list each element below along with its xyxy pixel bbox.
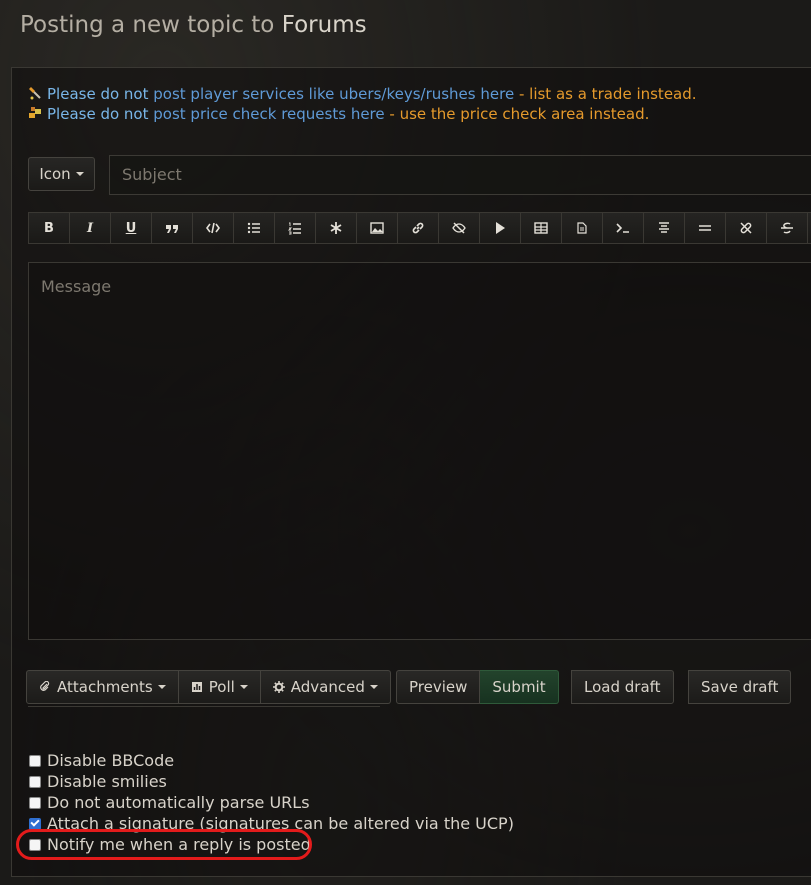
spoiler-button[interactable] xyxy=(439,213,480,243)
highlight-annotation xyxy=(16,829,312,860)
list-icon xyxy=(247,222,260,234)
notice-link[interactable]: post price check requests here xyxy=(153,105,384,123)
save-draft-button[interactable]: Save draft xyxy=(688,670,792,704)
submit-group: Preview Submit xyxy=(396,670,559,704)
strikethrough-button[interactable] xyxy=(767,213,808,243)
notice-player-services: Please do not post player services like … xyxy=(28,85,697,103)
video-button[interactable] xyxy=(480,213,521,243)
option-disable-smilies[interactable]: Disable smilies xyxy=(29,772,167,791)
underline-icon: U xyxy=(125,220,137,236)
table-button[interactable] xyxy=(521,213,562,243)
align-center-icon xyxy=(659,222,669,233)
bold-button[interactable]: B xyxy=(29,213,70,243)
parse-urls-label: Do not automatically parse URLs xyxy=(47,793,310,812)
option-parse-urls[interactable]: Do not automatically parse URLs xyxy=(29,793,310,812)
coins-icon xyxy=(28,106,42,120)
numbered-list-icon xyxy=(288,222,301,235)
notice-suffix: - use the price check area instead. xyxy=(389,105,650,123)
save-draft-group: Save draft xyxy=(688,670,792,704)
page-title: Posting a new topic to Forums xyxy=(20,12,367,38)
table-icon xyxy=(534,222,548,234)
subject-input[interactable]: Subject xyxy=(109,155,811,195)
attachments-button[interactable]: Attachments xyxy=(26,670,179,704)
image-button[interactable] xyxy=(357,213,398,243)
terminal-button[interactable] xyxy=(603,213,644,243)
notice-suffix: - list as a trade instead. xyxy=(518,85,697,103)
underline-button[interactable]: U xyxy=(111,213,152,243)
attach-signature-checkbox[interactable] xyxy=(29,817,41,830)
image-icon xyxy=(370,222,384,234)
preview-button[interactable]: Preview xyxy=(396,670,481,704)
disable-bbcode-label: Disable BBCode xyxy=(47,751,175,770)
icon-dropdown-label: Icon xyxy=(39,165,71,183)
italic-button[interactable]: I xyxy=(70,213,111,243)
advanced-button[interactable]: Advanced xyxy=(260,670,391,704)
poll-label: Poll xyxy=(208,678,235,696)
caret-down-icon xyxy=(157,685,166,689)
divider xyxy=(28,706,380,707)
caret-down-icon xyxy=(239,685,248,689)
center-button[interactable] xyxy=(644,213,685,243)
page-title-prefix: Posting a new topic to xyxy=(20,12,275,38)
play-icon xyxy=(496,222,505,234)
list-item-button[interactable] xyxy=(316,213,357,243)
option-disable-bbcode[interactable]: Disable BBCode xyxy=(29,751,174,770)
notice-price-check: Please do not post price check requests … xyxy=(28,105,649,123)
disable-bbcode-checkbox[interactable] xyxy=(29,754,41,767)
quote-button[interactable] xyxy=(152,213,193,243)
load-draft-button[interactable]: Load draft xyxy=(571,670,674,704)
link-icon xyxy=(412,222,424,234)
hr-button[interactable] xyxy=(685,213,726,243)
bullet-list-button[interactable] xyxy=(234,213,275,243)
disable-smilies-label: Disable smilies xyxy=(47,772,167,791)
asterisk-icon xyxy=(330,222,342,234)
terminal-icon xyxy=(616,223,629,233)
horizontal-rule-icon xyxy=(699,225,711,231)
parse-urls-checkbox[interactable] xyxy=(29,796,41,809)
unlink-icon xyxy=(740,222,752,234)
strikethrough-icon xyxy=(781,222,793,234)
code-icon xyxy=(206,222,220,234)
caret-down-icon xyxy=(75,172,84,176)
link-button[interactable] xyxy=(398,213,439,243)
bold-icon: B xyxy=(44,220,54,236)
icon-dropdown-button[interactable]: Icon xyxy=(28,157,95,191)
item-button[interactable] xyxy=(562,213,603,243)
caret-down-icon xyxy=(369,685,378,689)
editor-options-group: Attachments Poll Advanced xyxy=(26,670,391,704)
pickaxe-icon xyxy=(28,86,42,100)
notice-link[interactable]: post player services like ubers/keys/rus… xyxy=(153,85,514,103)
advanced-label: Advanced xyxy=(290,678,365,696)
eye-slash-icon xyxy=(452,222,466,234)
italic-icon: I xyxy=(86,220,94,236)
code-button[interactable] xyxy=(193,213,234,243)
gear-icon xyxy=(272,681,285,693)
attachments-label: Attachments xyxy=(57,678,153,696)
load-draft-group: Load draft xyxy=(571,670,674,704)
unlink-button[interactable] xyxy=(726,213,767,243)
notice-text: Please do not xyxy=(47,105,149,123)
disable-smilies-checkbox[interactable] xyxy=(29,775,41,788)
message-textarea[interactable]: Message xyxy=(28,262,811,640)
paperclip-icon xyxy=(40,681,50,691)
submit-button[interactable]: Submit xyxy=(480,670,559,704)
page-title-forum: Forums xyxy=(281,12,367,38)
poll-icon xyxy=(191,682,202,692)
poll-button[interactable]: Poll xyxy=(178,670,261,704)
quote-icon xyxy=(166,225,178,233)
bbcode-toolbar: B I U H xyxy=(28,212,811,244)
item-icon xyxy=(577,222,587,234)
notice-text: Please do not xyxy=(47,85,149,103)
numbered-list-button[interactable] xyxy=(275,213,316,243)
